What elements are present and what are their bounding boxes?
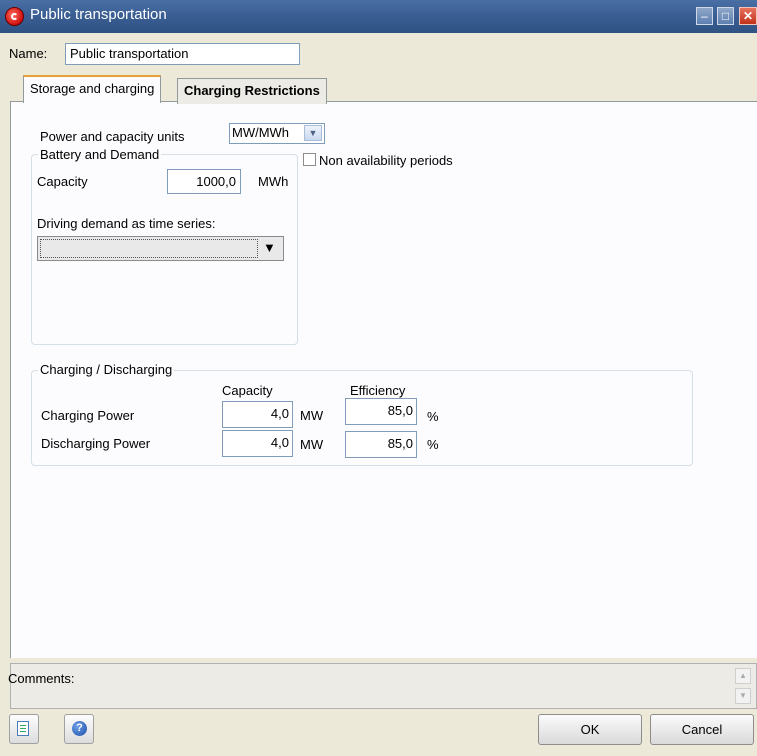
- close-icon[interactable]: ✕: [739, 7, 757, 25]
- units-label: Power and capacity units: [40, 129, 185, 144]
- capacity-label: Capacity: [37, 174, 88, 189]
- discharging-efficiency-unit: %: [427, 437, 439, 452]
- ok-button[interactable]: OK: [538, 714, 642, 745]
- app-icon[interactable]: [5, 7, 24, 26]
- charging-efficiency-input[interactable]: 85,0: [345, 398, 417, 425]
- capacity-unit: MWh: [258, 174, 289, 189]
- tab-charging-restrictions[interactable]: Charging Restrictions: [177, 78, 327, 104]
- dropdown-arrow-icon[interactable]: ▼: [263, 240, 276, 255]
- charging-discharging-legend: Charging / Discharging: [38, 362, 175, 377]
- help-icon: ?: [72, 721, 87, 736]
- discharging-efficiency-input[interactable]: 85,0: [345, 431, 417, 458]
- capacity-input[interactable]: 1000,0: [167, 169, 241, 194]
- comments-area[interactable]: [10, 663, 757, 709]
- battery-demand-legend: Battery and Demand: [38, 147, 162, 162]
- discharging-capacity-input[interactable]: 4,0: [222, 430, 293, 457]
- capacity-column-header: Capacity: [222, 383, 273, 398]
- window-title: Public transportation: [30, 6, 167, 23]
- non-availability-checkbox[interactable]: [303, 153, 316, 166]
- maximize-icon[interactable]: □: [717, 7, 734, 25]
- minimize-icon[interactable]: –: [696, 7, 713, 25]
- charging-capacity-unit: MW: [300, 408, 324, 423]
- tab-storage-and-charging[interactable]: Storage and charging: [23, 75, 162, 103]
- driving-demand-label: Driving demand as time series:: [37, 216, 216, 231]
- efficiency-column-header: Efficiency: [350, 383, 406, 398]
- discharging-power-label: Discharging Power: [41, 436, 151, 451]
- chevron-down-icon[interactable]: ▼: [304, 125, 322, 141]
- comments-label: Comments:: [8, 671, 75, 686]
- charging-efficiency-unit: %: [427, 409, 439, 424]
- scroll-down-icon[interactable]: ▼: [735, 688, 751, 704]
- name-label: Name:: [9, 46, 48, 61]
- scroll-up-icon[interactable]: ▲: [735, 668, 751, 684]
- non-availability-label: Non availability periods: [319, 153, 453, 168]
- driving-demand-value: [40, 239, 258, 258]
- units-select-value: MW/MWh: [232, 125, 290, 140]
- discharging-capacity-unit: MW: [300, 437, 324, 452]
- charging-capacity-input[interactable]: 4,0: [222, 401, 293, 428]
- document-icon: [17, 721, 29, 736]
- name-input[interactable]: Public transportation: [65, 43, 300, 65]
- cancel-button[interactable]: Cancel: [650, 714, 754, 745]
- charging-power-label: Charging Power: [41, 408, 135, 423]
